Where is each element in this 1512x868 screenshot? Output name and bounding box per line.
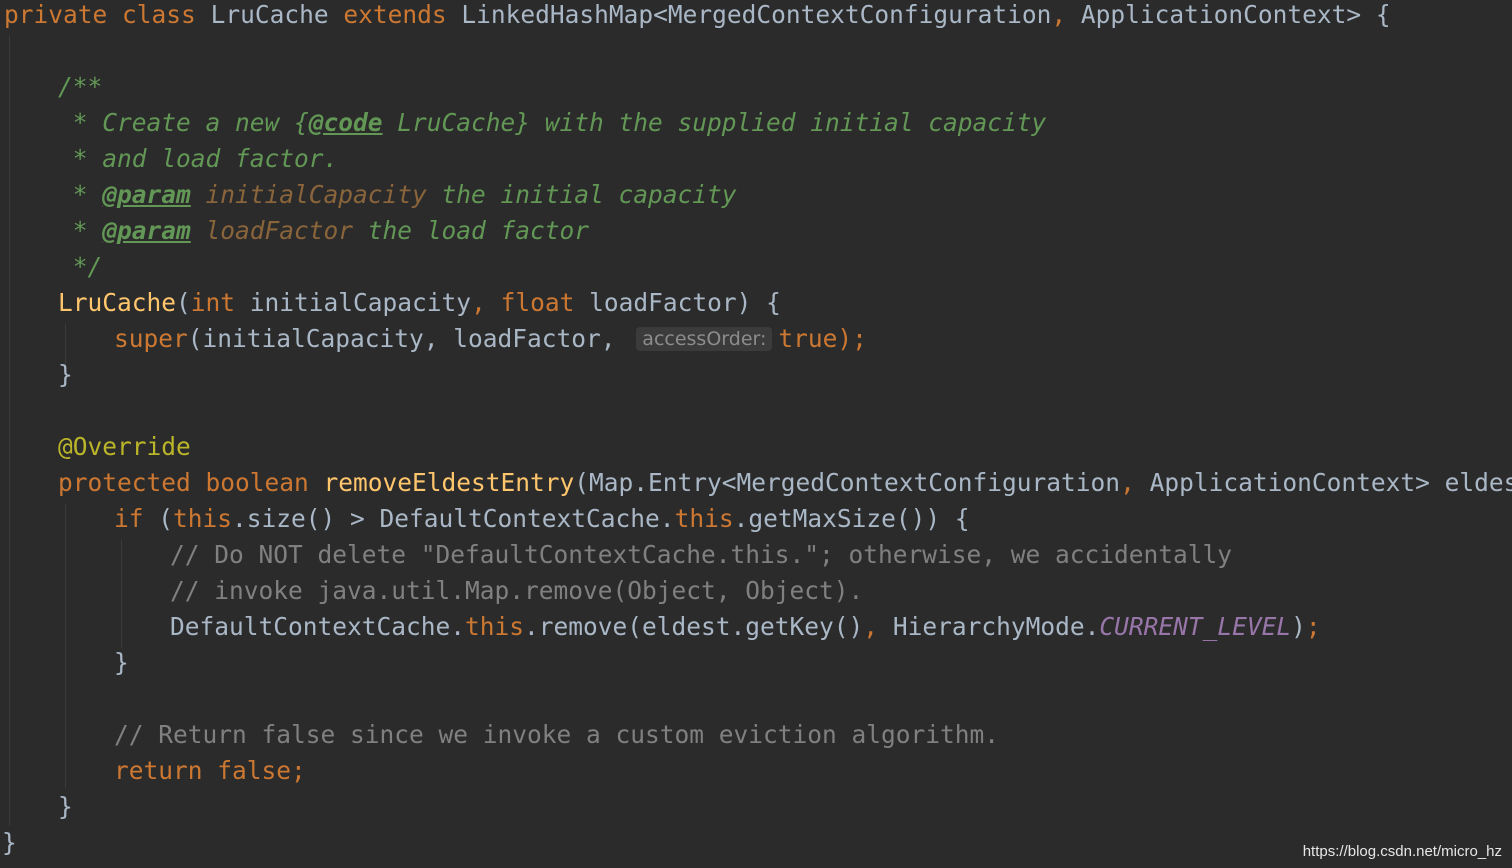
- keyword-class: class: [122, 0, 196, 29]
- doc-param-name: loadFactor: [190, 216, 354, 245]
- parameter-hint: accessOrder:: [636, 327, 773, 351]
- semicolon: ;: [291, 756, 306, 785]
- indent-guide: [65, 504, 66, 788]
- semicolon: ;: [1305, 612, 1321, 641]
- doc-comment-line-2: * and load factor.: [58, 144, 339, 173]
- keyword-this: this: [465, 612, 525, 641]
- constant: CURRENT_LEVEL: [1099, 612, 1292, 641]
- doc-comment-line-3: * @param initialCapacity the initial cap…: [58, 177, 737, 213]
- code-line-close-brace: }: [58, 792, 73, 821]
- keyword-private: private: [4, 0, 108, 29]
- keyword-return: return: [114, 756, 203, 785]
- args: (Map.Entry<MergedContextConfiguration: [574, 468, 1121, 497]
- code-line-super-call: super(initialCapacity, loadFactor, acces…: [114, 321, 867, 357]
- comma: ,: [471, 288, 486, 317]
- paren: ): [1291, 612, 1306, 641]
- code-text: .remove(eldest.getKey(): [524, 612, 864, 641]
- code-line-method-signature: protected boolean removeEldestEntry(Map.…: [58, 465, 1512, 501]
- doc-comment-open: /**: [58, 72, 103, 101]
- doc-comment-line-4: * @param loadFactor the load factor: [58, 213, 589, 249]
- doc-comment-close: */: [58, 252, 103, 281]
- code-text: .size() > DefaultContextCache.: [232, 504, 675, 533]
- comma: ,: [863, 612, 879, 641]
- code-line-return: return false;: [114, 753, 306, 789]
- code-text: DefaultContextCache.: [170, 612, 466, 641]
- keyword-false: false: [202, 756, 292, 785]
- watermark-url: https://blog.csdn.net/micro_hz: [1302, 843, 1502, 860]
- param: loadFactor) {: [574, 288, 781, 317]
- doc-text: *: [58, 180, 103, 209]
- doc-text: * Create a new {: [58, 108, 309, 137]
- doc-text: the initial capacity: [426, 180, 737, 209]
- keyword-float: float: [485, 288, 575, 317]
- code-text: (: [143, 504, 174, 533]
- doc-param-name: initialCapacity: [190, 180, 427, 209]
- keyword-if: if: [114, 504, 144, 533]
- code-line-constructor: LruCache(int initialCapacity, float load…: [58, 285, 781, 321]
- code-line-close-brace: }: [58, 360, 73, 389]
- comment-line-3: // Return false since we invoke a custom…: [114, 720, 1000, 749]
- code-text: HierarchyMode.: [878, 612, 1100, 641]
- code-line-class-declaration: private class LruCache extends LinkedHas…: [4, 0, 1391, 33]
- doc-text: the load factor: [353, 216, 590, 245]
- annotation-override: @Override: [58, 432, 191, 461]
- keyword-protected: protected: [58, 468, 191, 497]
- param: initialCapacity: [235, 288, 472, 317]
- code-line-close-brace: }: [2, 828, 17, 857]
- doc-text: LruCache} with the supplied initial capa…: [382, 108, 1047, 137]
- paren: (: [176, 288, 191, 317]
- comment-line-2: // invoke java.util.Map.remove(Object, O…: [170, 576, 864, 605]
- indent-guide: [121, 540, 122, 648]
- comma: ,: [1120, 468, 1135, 497]
- keyword-int: int: [190, 288, 236, 317]
- keyword-extends: extends: [343, 0, 447, 29]
- code-line-remove: DefaultContextCache.this.remove(eldest.g…: [170, 609, 1321, 645]
- method-name: removeEldestEntry: [308, 468, 575, 497]
- args: ApplicationContext> eldest) {: [1149, 468, 1512, 497]
- comment-line-1: // Do NOT delete "DefaultContextCache.th…: [170, 540, 1233, 569]
- semicolon: );: [837, 324, 867, 353]
- keyword-true: true: [778, 324, 838, 353]
- args: (initialCapacity, loadFactor,: [187, 324, 616, 353]
- doc-tag-code: @code: [308, 108, 383, 137]
- superclass: LinkedHashMap<MergedContextConfiguration: [446, 0, 1052, 29]
- doc-comment-line-1: * Create a new {@code LruCache} with the…: [58, 105, 1047, 141]
- doc-tag-param: @param: [102, 216, 191, 245]
- superclass-rest: ApplicationContext> {: [1066, 0, 1391, 29]
- keyword-super: super: [114, 324, 188, 353]
- doc-text: *: [58, 216, 103, 245]
- keyword-this: this: [173, 504, 233, 533]
- comma: ,: [1051, 0, 1067, 29]
- indent-guide: [9, 36, 10, 826]
- code-line-close-brace: }: [114, 648, 129, 677]
- code-text: .getMaxSize()) {: [733, 504, 970, 533]
- class-name: LruCache: [210, 0, 329, 29]
- constructor-name: LruCache: [58, 288, 177, 317]
- doc-tag-param: @param: [102, 180, 191, 209]
- keyword-this: this: [674, 504, 734, 533]
- code-editor[interactable]: private class LruCache extends LinkedHas…: [0, 0, 1512, 868]
- keyword-boolean: boolean: [190, 468, 309, 497]
- code-line-if: if (this.size() > DefaultContextCache.th…: [114, 501, 970, 537]
